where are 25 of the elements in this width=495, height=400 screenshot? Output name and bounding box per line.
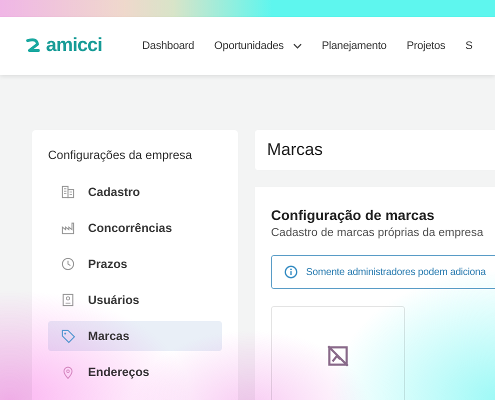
- nav-link[interactable]: Planejamento: [322, 40, 387, 52]
- image-off-icon: [325, 343, 351, 369]
- section-subtitle: Cadastro de marcas próprias da empresa: [271, 227, 484, 239]
- tag-icon: [60, 328, 76, 344]
- sidebar-item[interactable]: Usuários: [48, 285, 222, 315]
- id-badge-icon: [60, 292, 76, 308]
- sidebar-item[interactable]: Endereços: [48, 357, 222, 387]
- building-icon: [60, 184, 76, 200]
- nav-link[interactable]: Dashboard: [142, 40, 194, 52]
- sidebar-item[interactable]: Marcas: [48, 321, 222, 351]
- sidebar-title: Configurações da empresa: [48, 148, 194, 162]
- logo-text: amicci: [46, 35, 102, 57]
- chevron-down-icon: [292, 43, 302, 49]
- factory-icon: [60, 220, 76, 236]
- sidebar-item[interactable]: Cadastro: [48, 177, 222, 207]
- nav-link[interactable]: S: [465, 40, 473, 52]
- sidebar-item[interactable]: Concorrências: [48, 213, 222, 243]
- page-title: Marcas: [267, 140, 323, 160]
- section-heading: Configuração de marcas: [271, 207, 436, 223]
- sidebar-item[interactable]: Prazos: [48, 249, 222, 279]
- nav-link[interactable]: Oportunidades: [214, 40, 302, 52]
- nav-link[interactable]: Projetos: [406, 40, 446, 52]
- info-message: Somente administradores podem adiciona: [306, 266, 486, 278]
- clock-icon: [60, 256, 76, 272]
- info-icon: [284, 265, 298, 279]
